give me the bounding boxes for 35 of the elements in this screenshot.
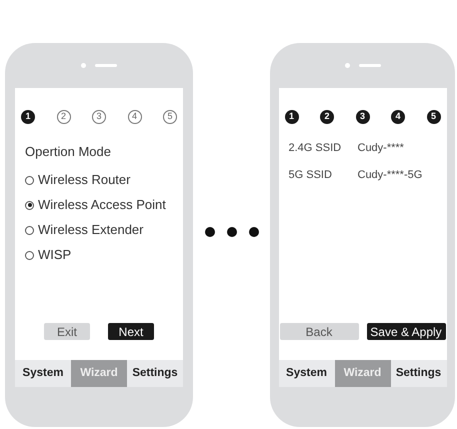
- primary-button[interactable]: Save & Apply: [366, 323, 446, 340]
- nav-tab[interactable]: Settings: [390, 360, 446, 387]
- field-label: 5G SSID: [288, 168, 333, 182]
- radio-option[interactable]: Wireless Router: [25, 172, 173, 188]
- step-indicator: 4: [128, 110, 142, 124]
- camera-icon: [81, 63, 86, 68]
- radio-icon[interactable]: [25, 226, 34, 234]
- secondary-button[interactable]: Back: [280, 323, 358, 340]
- secondary-button[interactable]: Exit: [44, 323, 90, 340]
- radio-option[interactable]: WISP: [25, 246, 173, 264]
- step-indicator: 5: [163, 110, 177, 124]
- camera-icon: [344, 63, 350, 68]
- radio-icon[interactable]: [25, 200, 34, 210]
- step-indicator: 4: [391, 110, 405, 124]
- speaker-icon: [358, 64, 380, 67]
- radio-option[interactable]: Wireless Access Point: [25, 196, 173, 214]
- field-value: Cudy-****-5G: [358, 168, 422, 182]
- step-indicator: 2: [320, 110, 334, 124]
- field-value: Cudy-****: [358, 141, 404, 156]
- primary-button[interactable]: Next: [108, 323, 154, 340]
- step-indicator: 3: [356, 110, 370, 124]
- radio-option[interactable]: Wireless Extender: [25, 222, 173, 238]
- step-indicator: 1: [21, 110, 35, 124]
- radio-icon[interactable]: [25, 176, 34, 184]
- field-label: 2.4G SSID: [288, 141, 342, 156]
- section-title: Opertion Mode: [25, 143, 112, 161]
- step-indicator: 3: [92, 110, 106, 124]
- nav-tab[interactable]: System: [278, 360, 334, 387]
- step-indicator: 2: [56, 110, 70, 124]
- speaker-icon: [95, 64, 117, 67]
- nav-tab[interactable]: Settings: [127, 360, 183, 387]
- nav-tab[interactable]: System: [15, 360, 71, 387]
- radio-icon[interactable]: [25, 250, 34, 260]
- step-indicator: 1: [284, 110, 298, 124]
- step-indicator: 5: [426, 110, 440, 124]
